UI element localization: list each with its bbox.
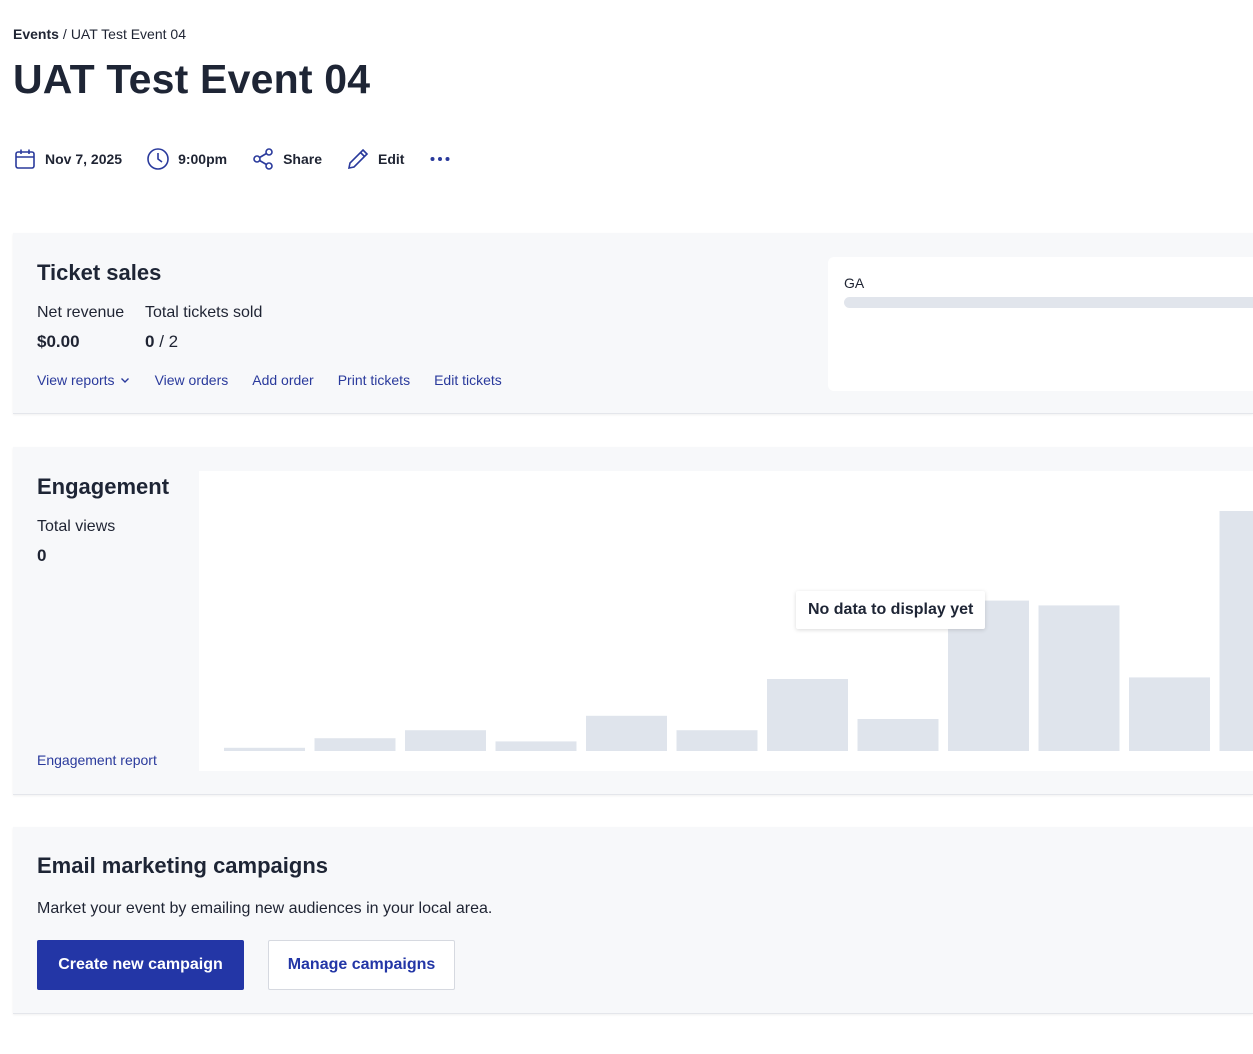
ticket-tier-panel: GA xyxy=(828,257,1253,391)
placeholder-bar xyxy=(224,747,305,751)
placeholder-bar xyxy=(405,730,486,751)
total-views-stat: Total views 0 xyxy=(37,518,115,566)
pencil-icon xyxy=(347,148,369,170)
clock-icon xyxy=(147,148,169,170)
event-date-text: Nov 7, 2025 xyxy=(45,151,123,167)
tickets-sold-label: Total tickets sold xyxy=(145,304,263,321)
tier-progress-bar xyxy=(844,297,1253,308)
ticket-actions: View reports View orders Add order Print… xyxy=(37,372,526,388)
email-marketing-card: Email marketing campaigns Market your ev… xyxy=(13,827,1253,1014)
placeholder-bar xyxy=(586,715,667,751)
edit-label: Edit xyxy=(378,151,405,167)
add-order-link[interactable]: Add order xyxy=(252,372,313,388)
event-meta-bar: Nov 7, 2025 9:00pm Share Edit xyxy=(13,145,460,173)
engagement-chart-svg xyxy=(224,511,1253,751)
breadcrumb: Events / UAT Test Event 04 xyxy=(13,26,186,42)
event-time: 9:00pm xyxy=(146,147,227,171)
no-data-tooltip: No data to display yet xyxy=(796,591,986,629)
breadcrumb-separator: / xyxy=(62,26,67,42)
engagement-title: Engagement xyxy=(37,474,170,499)
create-campaign-button[interactable]: Create new campaign xyxy=(37,940,244,990)
placeholder-bar xyxy=(676,730,758,751)
share-button[interactable]: Share xyxy=(251,147,322,171)
tickets-sold-value: 0 / 2 xyxy=(145,332,179,351)
net-revenue-value: $0.00 xyxy=(37,332,80,351)
share-icon xyxy=(253,148,273,170)
placeholder-bar xyxy=(1038,605,1120,751)
print-tickets-link[interactable]: Print tickets xyxy=(338,372,410,388)
tier-name: GA xyxy=(844,275,865,291)
breadcrumb-events-link[interactable]: Events xyxy=(13,26,59,42)
total-views-value: 0 xyxy=(37,546,47,565)
email-marketing-title: Email marketing campaigns xyxy=(37,853,328,878)
view-reports-link[interactable]: View reports xyxy=(37,372,131,388)
calendar-icon xyxy=(15,149,35,169)
placeholder-bar xyxy=(1129,677,1210,751)
ticket-sales-card: Ticket sales Net revenue $0.00 Total tic… xyxy=(13,233,1253,414)
more-dots-icon xyxy=(430,157,450,161)
page-title: UAT Test Event 04 xyxy=(13,56,371,102)
placeholder-bar xyxy=(857,719,939,751)
view-orders-link[interactable]: View orders xyxy=(155,372,229,388)
event-date: Nov 7, 2025 xyxy=(13,147,122,171)
engagement-chart: No data to display yet xyxy=(199,471,1253,771)
email-marketing-description: Market your event by emailing new audien… xyxy=(37,900,493,917)
net-revenue-stat: Net revenue $0.00 xyxy=(37,304,124,352)
view-reports-label: View reports xyxy=(37,372,115,388)
breadcrumb-current: UAT Test Event 04 xyxy=(70,26,186,42)
ticket-sales-title: Ticket sales xyxy=(37,260,162,285)
tickets-sold-stat: Total tickets sold 0 / 2 xyxy=(145,304,262,352)
placeholder-bar xyxy=(1219,511,1253,751)
chevron-down-icon xyxy=(120,378,129,383)
edit-tickets-link[interactable]: Edit tickets xyxy=(434,372,502,388)
engagement-card: Engagement Total views 0 Engagement repo… xyxy=(13,447,1253,795)
share-label: Share xyxy=(283,151,323,167)
more-options-button[interactable] xyxy=(428,147,460,171)
tickets-total-value: / 2 xyxy=(159,332,179,351)
manage-campaigns-button[interactable]: Manage campaigns xyxy=(268,940,455,990)
event-time-text: 9:00pm xyxy=(178,151,228,167)
placeholder-bar xyxy=(495,741,577,751)
net-revenue-label: Net revenue xyxy=(37,304,125,321)
placeholder-bar xyxy=(314,738,396,751)
edit-button[interactable]: Edit xyxy=(346,147,404,171)
total-views-label: Total views xyxy=(37,518,116,535)
placeholder-bar xyxy=(767,679,848,751)
engagement-report-link[interactable]: Engagement report xyxy=(37,752,157,768)
